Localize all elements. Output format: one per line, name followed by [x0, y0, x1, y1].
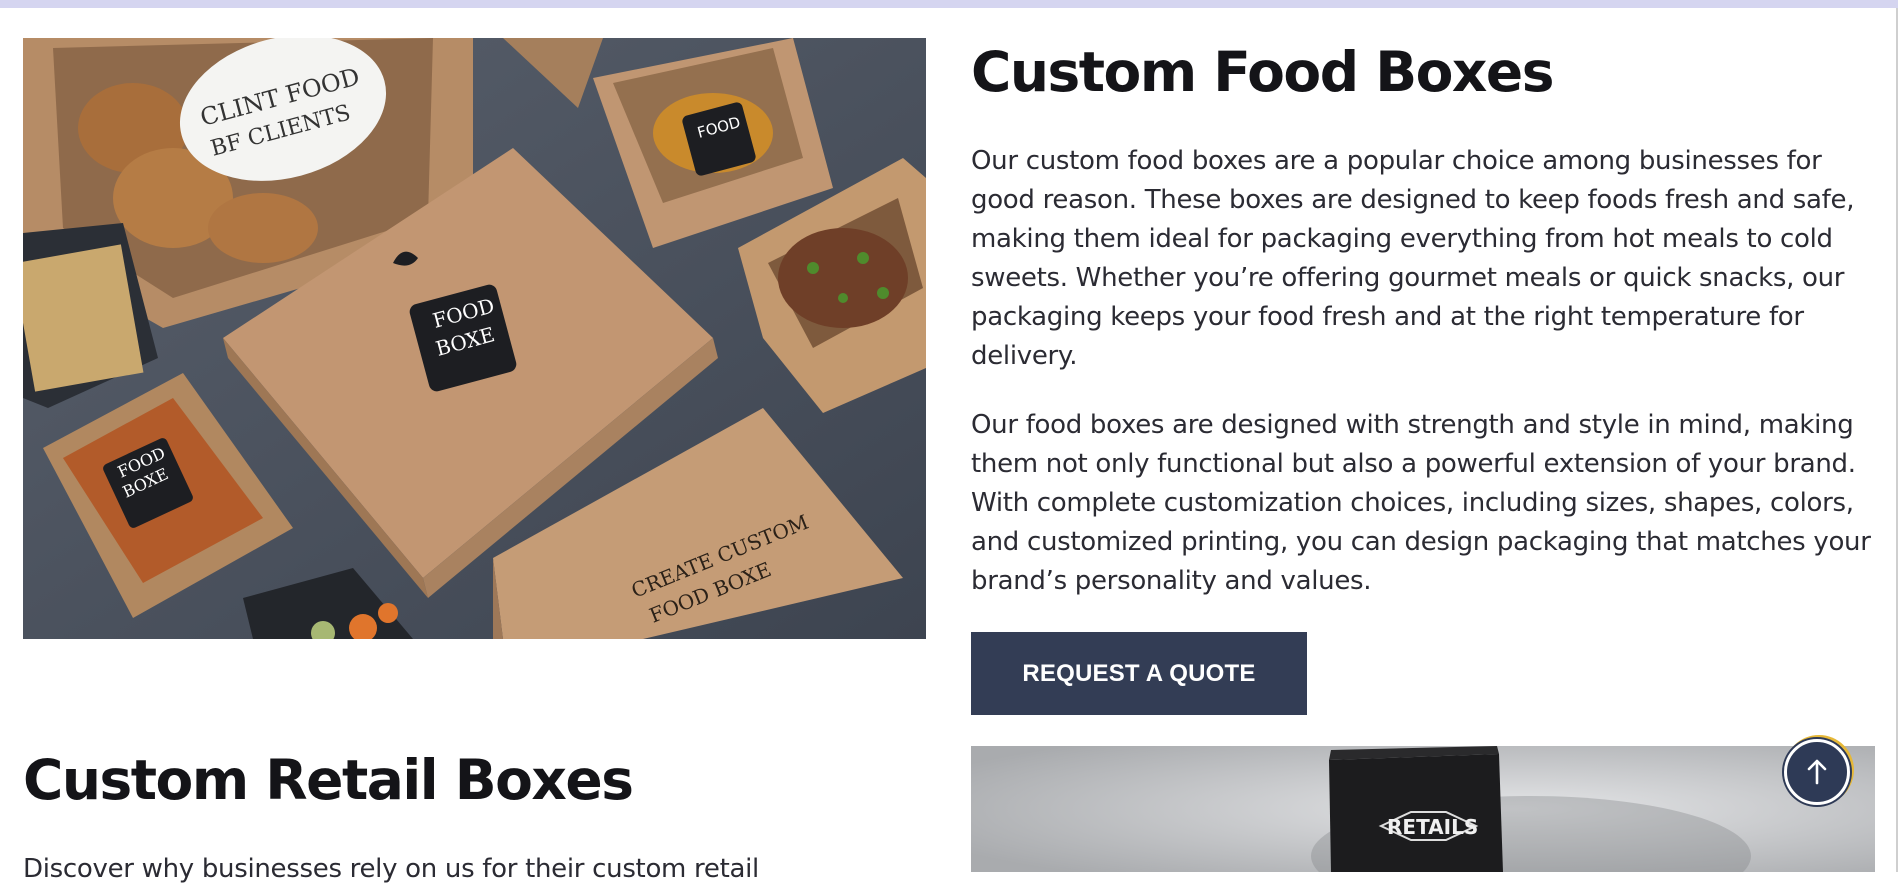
- retail-box-label: RETAILS: [1387, 815, 1478, 839]
- food-description-paragraph-2: Our food boxes are designed with strengt…: [971, 410, 1871, 596]
- retail-section-title: Custom Retail Boxes: [23, 748, 634, 812]
- food-section-title: Custom Food Boxes: [971, 40, 1554, 104]
- arrow-up-icon: [1807, 759, 1827, 785]
- food-description-paragraph-1: Our custom food boxes are a popular choi…: [971, 146, 1855, 371]
- retail-boxes-image: RETAILS: [971, 746, 1875, 872]
- request-quote-button[interactable]: REQUEST A QUOTE: [971, 632, 1307, 715]
- retail-intro-paragraph: Discover why businesses rely on us for t…: [23, 854, 759, 884]
- top-accent-bar: [0, 0, 1898, 8]
- scroll-to-top-button[interactable]: [1784, 739, 1850, 805]
- food-boxes-image: CLINT FOOD BF CLIENTS FOOD FOOD BOXE FOO…: [23, 38, 926, 639]
